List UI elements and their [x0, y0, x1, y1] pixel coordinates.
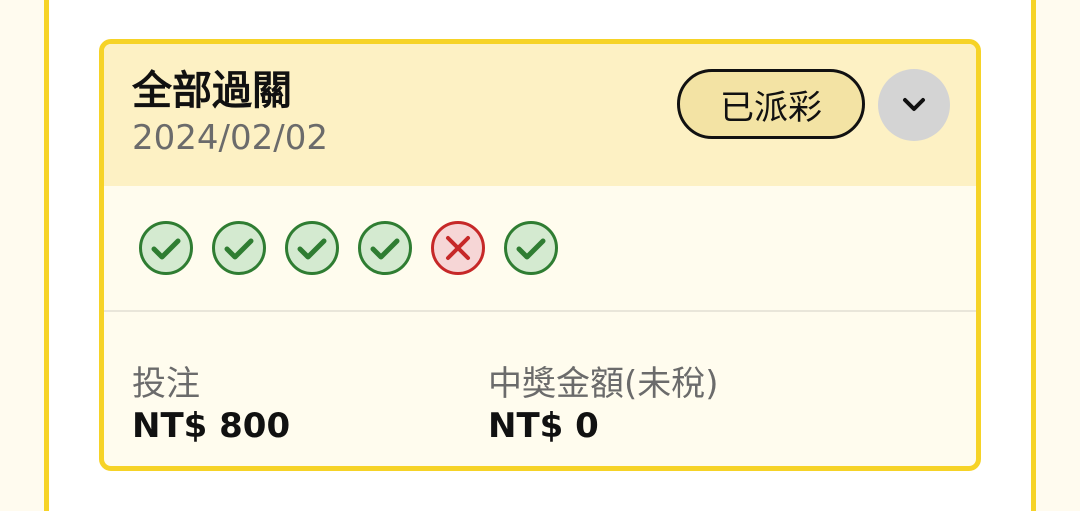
bet-card-header: 全部過關 2024/02/02 已派彩 — [104, 44, 976, 186]
card-divider — [104, 310, 976, 312]
check-circle-icon — [212, 221, 266, 275]
payout-label: 中獎金額(未稅) — [488, 364, 719, 404]
legs-result-row — [138, 220, 559, 280]
bet-card[interactable]: 全部過關 2024/02/02 已派彩 投注 NT$ 800 中獎金額(未稅) … — [99, 39, 981, 471]
bet-type-title: 全部過關 — [132, 68, 292, 114]
stake-value: NT$ 800 — [132, 406, 291, 446]
payout-info: 中獎金額(未稅) NT$ 0 — [488, 362, 719, 446]
status-badge: 已派彩 — [677, 69, 865, 139]
payout-value: NT$ 0 — [488, 406, 599, 446]
expand-button[interactable] — [878, 69, 950, 141]
check-circle-icon — [139, 221, 193, 275]
bet-date: 2024/02/02 — [132, 118, 328, 158]
page: 全部過關 2024/02/02 已派彩 投注 NT$ 800 中獎金額(未稅) … — [0, 0, 1080, 511]
check-circle-icon — [285, 221, 339, 275]
stake-label: 投注 — [132, 364, 200, 404]
check-circle-icon — [504, 221, 558, 275]
chevron-down-icon — [903, 98, 925, 111]
cross-circle-icon — [431, 221, 485, 275]
stake-info: 投注 NT$ 800 — [132, 362, 290, 446]
check-circle-icon — [358, 221, 412, 275]
